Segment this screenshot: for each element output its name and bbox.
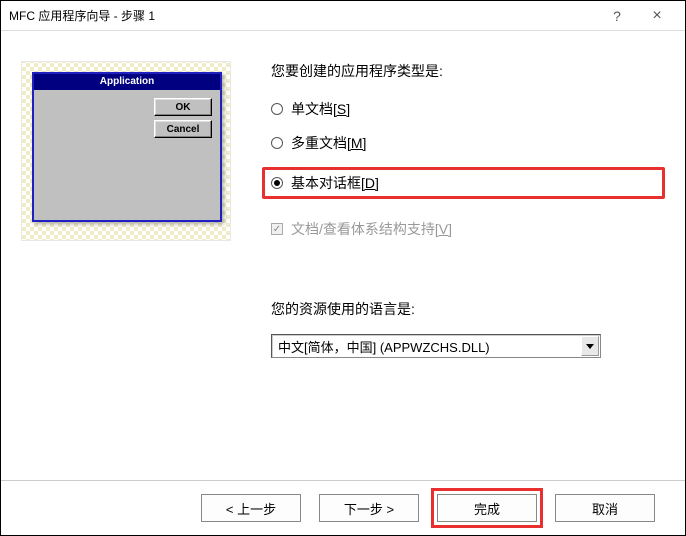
language-section: 您的资源使用的语言是: 中文[简体，中国] (APPWZCHS.DLL) (271, 299, 665, 358)
radio-dialog-based[interactable]: 基本对话框[D] (262, 167, 665, 199)
radio-label: 单文档[S] (291, 99, 350, 119)
options-panel: 您要创建的应用程序类型是: 单文档[S] 多重文档[M] 基本对话框[D] ✓ … (271, 51, 665, 460)
radio-icon (271, 177, 283, 189)
checkbox-label: 文档/查看体系结构支持[V] (291, 219, 452, 239)
checkbox-icon: ✓ (271, 223, 283, 235)
back-button[interactable]: < 上一步 (201, 494, 301, 522)
checkbox-docview-support: ✓ 文档/查看体系结构支持[V] (271, 219, 665, 239)
radio-multi-document[interactable]: 多重文档[M] (271, 133, 665, 153)
help-button[interactable]: ? (597, 2, 637, 30)
wizard-window: MFC 应用程序向导 - 步骤 1 ? × Application OK Can… (0, 0, 686, 536)
language-prompt: 您的资源使用的语言是: (271, 299, 665, 319)
dropdown-selected: 中文[简体，中国] (APPWZCHS.DLL) (272, 337, 580, 356)
radio-icon (271, 103, 283, 115)
cancel-button[interactable]: 取消 (555, 494, 655, 522)
radio-label: 多重文档[M] (291, 133, 366, 153)
preview-panel: Application OK Cancel (21, 51, 241, 460)
preview-app-title: Application (34, 74, 220, 90)
close-button[interactable]: × (637, 2, 677, 30)
radio-icon (271, 137, 283, 149)
app-type-radio-group: 单文档[S] 多重文档[M] 基本对话框[D] (271, 99, 665, 199)
finish-button[interactable]: 完成 (437, 494, 537, 522)
titlebar: MFC 应用程序向导 - 步骤 1 ? × (1, 1, 685, 31)
preview-ok-button: OK (154, 98, 212, 116)
button-bar: < 上一步 下一步 > 完成 取消 (1, 480, 685, 535)
app-type-prompt: 您要创建的应用程序类型是: (271, 61, 665, 81)
chevron-down-icon (581, 336, 599, 356)
next-button[interactable]: 下一步 > (319, 494, 419, 522)
window-title: MFC 应用程序向导 - 步骤 1 (9, 7, 597, 24)
content-area: Application OK Cancel 您要创建的应用程序类型是: 单文档[… (1, 31, 685, 480)
radio-single-document[interactable]: 单文档[S] (271, 99, 665, 119)
preview-cancel-button: Cancel (154, 120, 212, 138)
preview-frame: Application OK Cancel (21, 61, 231, 241)
preview-app-body: OK Cancel (34, 90, 220, 146)
language-dropdown[interactable]: 中文[简体，中国] (APPWZCHS.DLL) (271, 334, 601, 358)
preview-app-window: Application OK Cancel (32, 72, 222, 222)
radio-label: 基本对话框[D] (291, 173, 379, 193)
